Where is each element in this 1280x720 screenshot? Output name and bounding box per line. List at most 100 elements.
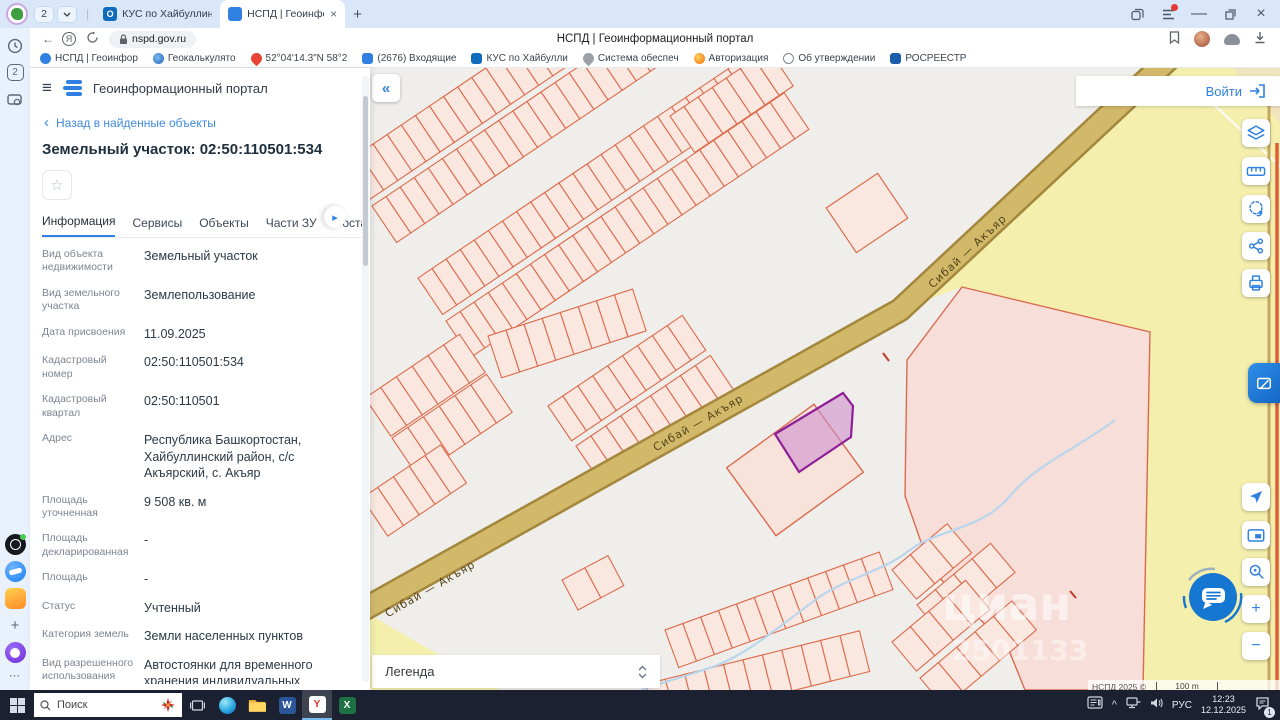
print-button[interactable] xyxy=(1242,269,1270,297)
bookmark-item[interactable]: Геокалькулято xyxy=(152,53,236,64)
bookmark-item[interactable]: НСПД | Геоинфор xyxy=(40,53,138,64)
scale-bar: 100 m xyxy=(1156,682,1219,690)
outlook-icon: O xyxy=(103,7,118,21)
reload-icon[interactable] xyxy=(86,31,99,47)
legend-toggle[interactable]: Легенда xyxy=(372,655,660,688)
screenshot-icon[interactable] xyxy=(5,89,25,109)
bookmark-item[interactable]: 52°04'14.3"N 58°2 xyxy=(248,50,347,67)
cadastral-map[interactable]: Сибай — Акъяр Сибай — Акъяр Сибай — Акъя… xyxy=(370,68,1280,690)
taskbar-excel-icon[interactable]: X xyxy=(332,690,362,720)
tabs-count-icon[interactable]: 2 xyxy=(6,64,24,81)
taskbar-explorer-icon[interactable] xyxy=(242,690,272,720)
more-icon[interactable]: ⋯ xyxy=(9,669,21,682)
bookmark-item[interactable]: Система обеспеч xyxy=(580,50,679,67)
tab-nspd-active[interactable]: НСПД | Геоинформаци × xyxy=(220,0,346,28)
taskbar-search-input[interactable]: Поиск xyxy=(34,693,182,717)
field-row: Дата присвоения 11.09.2025 xyxy=(42,325,206,341)
start-button[interactable] xyxy=(0,690,34,720)
taskbar-yandex-icon[interactable]: Y xyxy=(302,690,332,720)
time-text: 12:23 xyxy=(1212,693,1235,704)
zoom-out-button[interactable]: − xyxy=(1242,632,1270,660)
geoportal-logo-icon xyxy=(62,80,82,96)
tab-group-count[interactable]: 2 xyxy=(34,5,54,23)
layers-button[interactable] xyxy=(1242,119,1270,147)
bookmark-item[interactable]: КУС по Хайбулли xyxy=(471,53,568,64)
profile-avatar[interactable] xyxy=(1194,31,1210,47)
close-button[interactable]: × xyxy=(1254,5,1268,22)
url-field[interactable]: nspd.gov.ru xyxy=(109,30,197,48)
url-text: nspd.gov.ru xyxy=(132,33,187,45)
field-row: Кадастровый квартал 02:50:110501 xyxy=(42,393,220,419)
downloads-icon[interactable] xyxy=(1254,31,1266,47)
back-chevron-icon: ‹ xyxy=(44,114,49,131)
copyright-text: НСПД 2025 © xyxy=(1092,681,1147,691)
alice-assistant-icon[interactable] xyxy=(1224,33,1240,45)
tab-label: КУС по Хайбуллинскому р xyxy=(122,8,213,20)
browser-logo-icon[interactable] xyxy=(6,3,28,25)
tabs-panel-icon[interactable] xyxy=(1130,7,1144,21)
minimap-button[interactable] xyxy=(1242,521,1270,549)
tray-chevron-icon[interactable]: ^ xyxy=(1112,699,1117,711)
network-icon[interactable] xyxy=(1126,696,1141,714)
my-location-button[interactable] xyxy=(1242,483,1270,511)
feedback-tab-button[interactable] xyxy=(1248,363,1280,403)
taskbar-edge-icon[interactable] xyxy=(212,690,242,720)
tab-objects[interactable]: Объекты xyxy=(199,216,249,237)
field-row: Категория земель Земли населенных пунктов xyxy=(42,628,303,644)
tab-group-chevron-icon[interactable] xyxy=(57,5,77,23)
tab-close-icon[interactable]: × xyxy=(330,7,337,21)
taskbar-clock[interactable]: 12:23 12.12.2025 xyxy=(1201,694,1246,717)
menu-icon[interactable] xyxy=(1161,4,1178,21)
tab-services[interactable]: Сервисы xyxy=(132,216,182,237)
tabs-overflow-button[interactable]: ▸ xyxy=(324,206,346,228)
tab-outlook[interactable]: O КУС по Хайбуллинскому р xyxy=(95,0,220,28)
messenger-icon[interactable] xyxy=(4,534,26,555)
alice-app-icon[interactable] xyxy=(4,642,26,663)
task-view-button[interactable] xyxy=(182,690,212,720)
window-controls: — × xyxy=(1130,4,1268,22)
favorite-star-button[interactable]: ☆ xyxy=(42,170,72,200)
bookmark-item[interactable]: Авторизация xyxy=(693,53,768,64)
news-widget-icon[interactable] xyxy=(1087,696,1103,714)
minimize-button[interactable]: — xyxy=(1191,5,1207,22)
nspd-favicon-icon xyxy=(228,7,243,21)
mail-app-icon[interactable] xyxy=(4,588,26,609)
mail-icon xyxy=(362,53,374,64)
tab-parts[interactable]: Части ЗУ xyxy=(266,216,317,237)
add-panel-icon[interactable]: + xyxy=(5,615,26,636)
new-tab-button[interactable]: + xyxy=(353,6,362,23)
collapse-panel-button[interactable]: « xyxy=(372,74,400,102)
scrollbar-thumb[interactable] xyxy=(363,96,368,266)
yandex-browser-window: 2 | O КУС по Хайбуллинскому р НСПД | Гео… xyxy=(0,0,1280,720)
history-clock-icon[interactable] xyxy=(5,36,25,56)
telegram-icon[interactable] xyxy=(4,561,26,582)
field-row: Статус Учтенный xyxy=(42,599,201,615)
share-button[interactable] xyxy=(1242,232,1270,260)
portal-title: Геоинформационный портал xyxy=(92,80,268,96)
taskbar-word-icon[interactable]: W xyxy=(272,690,302,720)
doc-circle-icon xyxy=(783,53,795,64)
login-bar[interactable]: Войти xyxy=(1076,76,1280,106)
back-icon[interactable]: ← xyxy=(42,32,54,46)
language-indicator[interactable]: РУС xyxy=(1172,700,1192,711)
yandex-search-icon[interactable]: Я xyxy=(62,32,76,46)
volume-icon[interactable] xyxy=(1150,696,1163,714)
bookmark-flag-icon[interactable] xyxy=(1169,31,1180,47)
action-center-icon[interactable]: 1 xyxy=(1255,696,1275,718)
notification-badge: 1 xyxy=(1264,706,1275,718)
login-icon xyxy=(1250,84,1265,98)
tab-information[interactable]: Информация xyxy=(42,214,116,237)
chat-assistant-button[interactable] xyxy=(1179,563,1247,631)
panel-scrollbar[interactable] xyxy=(362,76,369,682)
windows-taskbar: Поиск W Y X ^ РУС 12:23 12.12.2025 1 xyxy=(0,690,1280,720)
restore-button[interactable] xyxy=(1223,7,1237,21)
bookmark-item[interactable]: (2676) Входящие xyxy=(362,53,456,64)
measure-ruler-button[interactable] xyxy=(1242,157,1270,185)
bookmark-item[interactable]: РОСРЕЕСТР xyxy=(890,53,966,64)
hamburger-menu-icon[interactable]: ≡ xyxy=(42,78,52,98)
parcel-title: Земельный участок: 02:50:110501:534 xyxy=(42,141,323,158)
bookmark-item[interactable]: Об утверждении xyxy=(783,53,875,64)
rosreestr-icon xyxy=(890,53,902,64)
lasso-select-button[interactable] xyxy=(1242,195,1270,223)
back-to-results-link[interactable]: ‹ Назад в найденные объекты xyxy=(30,98,370,131)
